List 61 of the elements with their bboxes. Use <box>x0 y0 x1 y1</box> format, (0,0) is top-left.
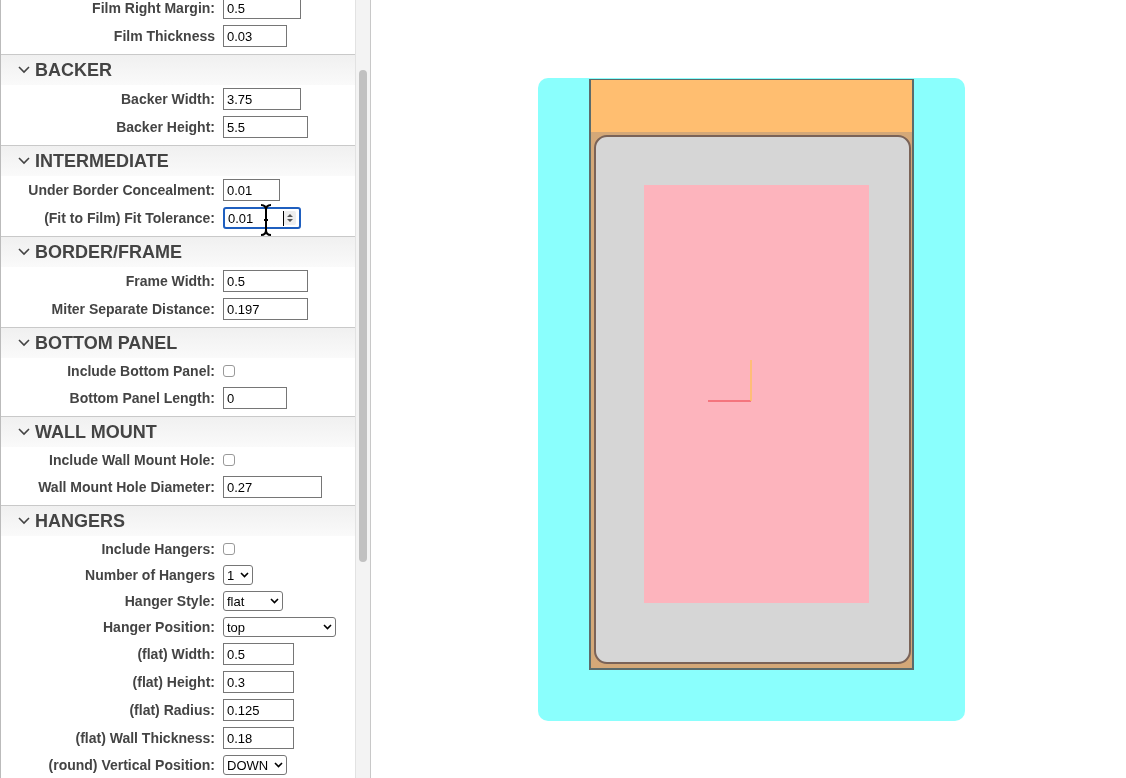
chevron-icon <box>17 338 31 348</box>
section-header[interactable]: HANGERS <box>1 506 356 536</box>
checkbox[interactable] <box>223 543 235 555</box>
section-header[interactable]: BORDER/FRAME <box>1 237 356 267</box>
field-label: (flat) Radius: <box>128 702 215 718</box>
number-field[interactable]: 0.03 <box>223 25 287 47</box>
number-field[interactable]: 5.5 <box>223 116 308 138</box>
number-field[interactable]: 0.5 <box>223 0 301 19</box>
section-header[interactable]: INTERMEDIATE <box>1 146 356 176</box>
field-label: Include Bottom Panel: <box>66 363 215 379</box>
number-field[interactable]: 0.27 <box>223 476 322 498</box>
number-field[interactable]: 3.75 <box>223 88 301 110</box>
field-label: (flat) Height: <box>131 674 215 690</box>
number-field[interactable]: 0.3 <box>223 671 294 693</box>
number-field[interactable]: 0 <box>223 387 287 409</box>
number-field[interactable]: 0.5 <box>223 270 308 292</box>
chevron-icon <box>17 516 31 526</box>
field-label: (flat) Width: <box>136 646 215 662</box>
number-field[interactable]: 0.18 <box>223 727 294 749</box>
number-field[interactable]: 0.125 <box>223 699 294 721</box>
text-cursor-icon <box>259 203 273 237</box>
field-label: Backer Height: <box>115 119 215 135</box>
number-field[interactable]: 0.5 <box>223 643 294 665</box>
field-label: Film Right Margin: <box>91 0 215 16</box>
field-label: Include Wall Mount Hole: <box>48 452 215 468</box>
dropdown[interactable]: DOWN <box>223 755 287 775</box>
field-label: Number of Hangers <box>84 567 215 583</box>
section-header[interactable]: BOTTOM PANEL <box>1 328 356 358</box>
field-label: Wall Mount Hole Diameter: <box>37 479 215 495</box>
dropdown[interactable]: top <box>223 617 336 637</box>
field-label: Film Thickness <box>112 28 215 44</box>
field-label: Miter Separate Distance: <box>50 301 215 317</box>
field-label: Hanger Position: <box>102 619 215 635</box>
number-field[interactable]: 0.197 <box>223 298 308 320</box>
chevron-icon <box>17 65 31 75</box>
field-label: Hanger Style: <box>123 593 215 609</box>
field-label: (round) Vertical Position: <box>47 757 215 773</box>
chevron-icon <box>17 156 31 166</box>
caret-icon <box>274 762 283 768</box>
caret-icon <box>240 572 249 578</box>
caret-icon <box>323 624 332 630</box>
dropdown[interactable]: 1 <box>223 565 253 585</box>
scrollbar[interactable] <box>355 0 371 778</box>
field-label: Backer Width: <box>120 91 215 107</box>
scrollbar-thumb[interactable] <box>359 70 368 562</box>
field-label: Include Hangers: <box>100 541 215 557</box>
field-label: (Fit to Film) Fit Tolerance: <box>43 210 215 226</box>
dropdown[interactable]: flat <box>223 591 283 611</box>
section-header[interactable]: BACKER <box>1 55 356 85</box>
chevron-icon <box>17 427 31 437</box>
checkbox[interactable] <box>223 365 235 377</box>
field-label: Frame Width: <box>124 273 215 289</box>
field-label: (flat) Wall Thickness: <box>74 730 215 746</box>
number-field[interactable]: 0.01 <box>223 179 280 201</box>
field-label: Bottom Panel Length: <box>68 390 215 406</box>
section-header[interactable]: WALL MOUNT <box>1 417 356 447</box>
checkbox[interactable] <box>223 454 235 466</box>
caret-icon <box>270 598 279 604</box>
chevron-icon <box>17 247 31 257</box>
spinner-icon[interactable] <box>284 211 296 225</box>
field-label: Under Border Concealment: <box>27 182 215 198</box>
